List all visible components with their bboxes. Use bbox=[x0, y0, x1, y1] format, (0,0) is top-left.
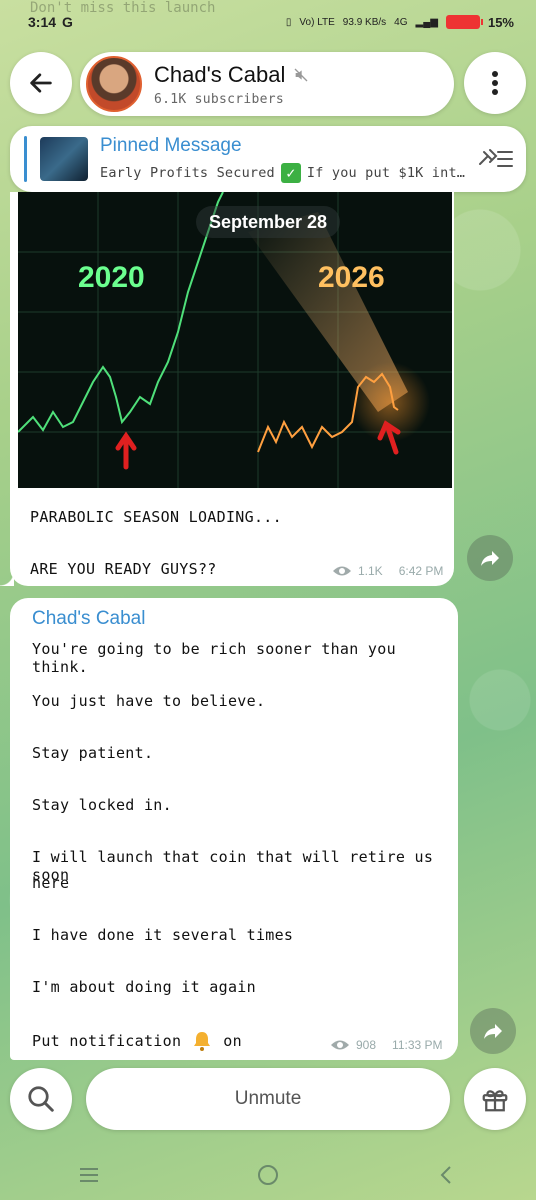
message-bubble[interactable]: Chad's Cabal You're going to be rich soo… bbox=[10, 598, 458, 1060]
google-badge: G bbox=[62, 14, 73, 30]
signal-icon: ▂▄▆ bbox=[415, 16, 438, 28]
eye-icon bbox=[331, 1040, 349, 1050]
date-separator: September 28 bbox=[196, 206, 340, 238]
channel-title: Chad's Cabal bbox=[154, 61, 286, 87]
gift-icon bbox=[482, 1090, 508, 1112]
message-line: PARABOLIC SEASON LOADING... bbox=[30, 508, 282, 526]
forward-button[interactable] bbox=[467, 535, 513, 581]
pinned-message-bar[interactable]: Pinned Message Early Profits Secured ✓ I… bbox=[10, 126, 526, 192]
muted-icon bbox=[294, 68, 308, 81]
message-meta: 908 11:33 PM bbox=[330, 1038, 443, 1052]
eye-icon bbox=[333, 566, 351, 576]
chart-label-2020: 2020 bbox=[78, 261, 145, 294]
vibrate-icon: ▯ bbox=[285, 16, 292, 28]
message-text: on bbox=[223, 1032, 242, 1050]
back-nav-icon[interactable] bbox=[435, 1163, 459, 1187]
forward-arrow-icon bbox=[484, 1024, 502, 1039]
search-icon bbox=[28, 1086, 54, 1112]
message-line: Stay locked in. bbox=[32, 796, 172, 814]
status-time: 3:14 bbox=[28, 14, 57, 30]
message-meta: 1.1K 6:42 PM bbox=[332, 564, 443, 578]
message-line: I'm about doing it again bbox=[32, 978, 256, 996]
message-time: 11:33 PM bbox=[392, 1038, 443, 1052]
back-button[interactable] bbox=[10, 52, 72, 114]
sender-name: Chad's Cabal bbox=[32, 608, 146, 629]
battery-percent: 15% bbox=[487, 14, 514, 30]
arrow-left-icon bbox=[30, 73, 52, 93]
forward-arrow-icon bbox=[481, 551, 499, 566]
forward-button[interactable] bbox=[470, 1008, 516, 1054]
message-line: You're going to be rich sooner than you … bbox=[32, 640, 396, 676]
message-line-notification: Put notification on bbox=[32, 1030, 242, 1052]
volte-indicator: Vo) LTE bbox=[299, 16, 335, 28]
network-speed: 93.9 KB/s bbox=[342, 16, 387, 28]
check-mark-icon: ✓ bbox=[280, 163, 301, 183]
home-icon[interactable] bbox=[256, 1163, 280, 1187]
pinned-snippet-end: If you put $1K int… bbox=[306, 165, 466, 181]
battery-icon bbox=[445, 15, 483, 29]
faded-background-text: Don't miss this launch bbox=[30, 0, 216, 16]
system-navigation-bar bbox=[0, 1150, 536, 1200]
subscriber-count: 6.1K subscribers bbox=[154, 91, 285, 107]
unmute-button[interactable]: Unmute bbox=[86, 1068, 450, 1130]
message-line: Stay patient. bbox=[32, 744, 154, 762]
view-count: 908 bbox=[356, 1038, 377, 1052]
message-line: You just have to believe. bbox=[32, 692, 266, 710]
avatar[interactable] bbox=[86, 56, 142, 112]
chart-label-2026: 2026 bbox=[318, 261, 385, 294]
more-options-button[interactable] bbox=[464, 52, 526, 114]
message-text: Put notification bbox=[32, 1032, 182, 1050]
vertical-dots-icon bbox=[492, 71, 498, 95]
message-line: I will launch that coin that will retire… bbox=[32, 848, 434, 884]
pinned-list-icon[interactable] bbox=[476, 144, 514, 174]
channel-header[interactable]: Chad's Cabal 6.1K subscribers bbox=[80, 52, 454, 116]
pinned-title: Pinned Message bbox=[100, 135, 242, 156]
pinned-snippet: Early Profits Secured ✓ If you put $1K i… bbox=[100, 163, 476, 183]
message-line: ARE YOU READY GUYS?? bbox=[30, 560, 217, 578]
message-line: here bbox=[32, 874, 70, 892]
gift-button[interactable] bbox=[464, 1068, 526, 1130]
message-time: 6:42 PM bbox=[398, 564, 444, 578]
pinned-snippet-start: Early Profits Secured bbox=[100, 165, 275, 181]
red-arrow-icon bbox=[115, 431, 137, 470]
pinned-thumbnail bbox=[40, 137, 88, 181]
search-button[interactable] bbox=[10, 1068, 72, 1130]
message-bubble[interactable]: 2020 2026 PARABOLIC SEASON LOADING... AR… bbox=[0, 192, 454, 586]
pinned-indicator bbox=[24, 136, 27, 182]
network-type: 4G bbox=[394, 16, 408, 28]
message-line: I have done it several times bbox=[32, 926, 294, 944]
recent-apps-icon[interactable] bbox=[77, 1165, 101, 1185]
bell-icon bbox=[194, 1032, 211, 1051]
view-count: 1.1K bbox=[358, 564, 383, 578]
